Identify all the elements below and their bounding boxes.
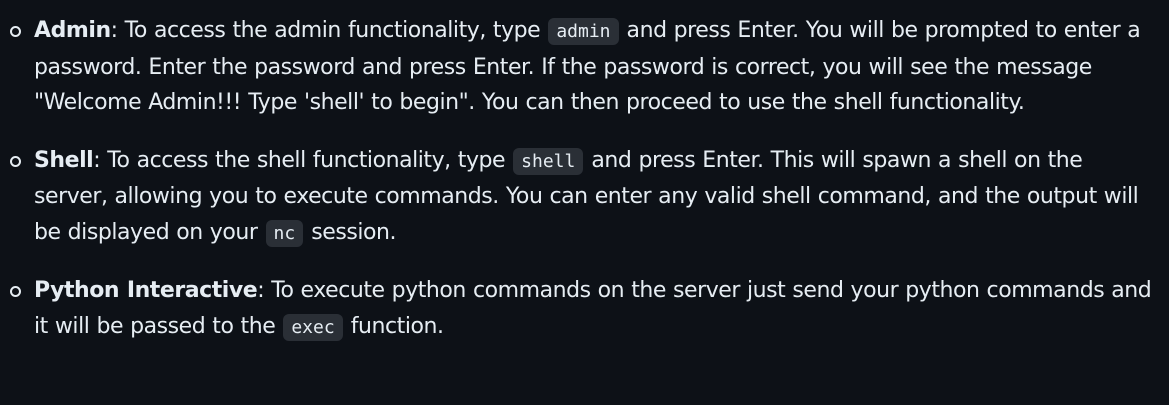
item-text: function. [343,313,444,339]
bullet-icon [10,155,21,167]
inline-code-admin: admin [548,18,619,45]
item-term: Shell [34,147,94,173]
instructions-list: Admin: To access the admin functionality… [10,13,1159,345]
inline-code-shell: shell [513,147,584,175]
list-item-admin: Admin: To access the admin functionality… [10,13,1159,121]
bullet-icon [10,26,21,37]
list-item-shell: Shell: To access the shell functionality… [10,143,1159,252]
list-item-python-interactive: Python Interactive: To execute python co… [10,273,1159,345]
item-text: : To access the admin functionality, typ… [110,18,548,43]
item-text: : To access the shell functionality, typ… [93,147,513,173]
item-term: Admin [34,18,111,43]
bullet-icon [10,286,21,297]
item-term: Python Interactive [34,278,258,303]
inline-code-nc: nc [265,219,304,247]
inline-code-exec: exec [283,313,343,341]
item-text: session. [304,219,397,245]
